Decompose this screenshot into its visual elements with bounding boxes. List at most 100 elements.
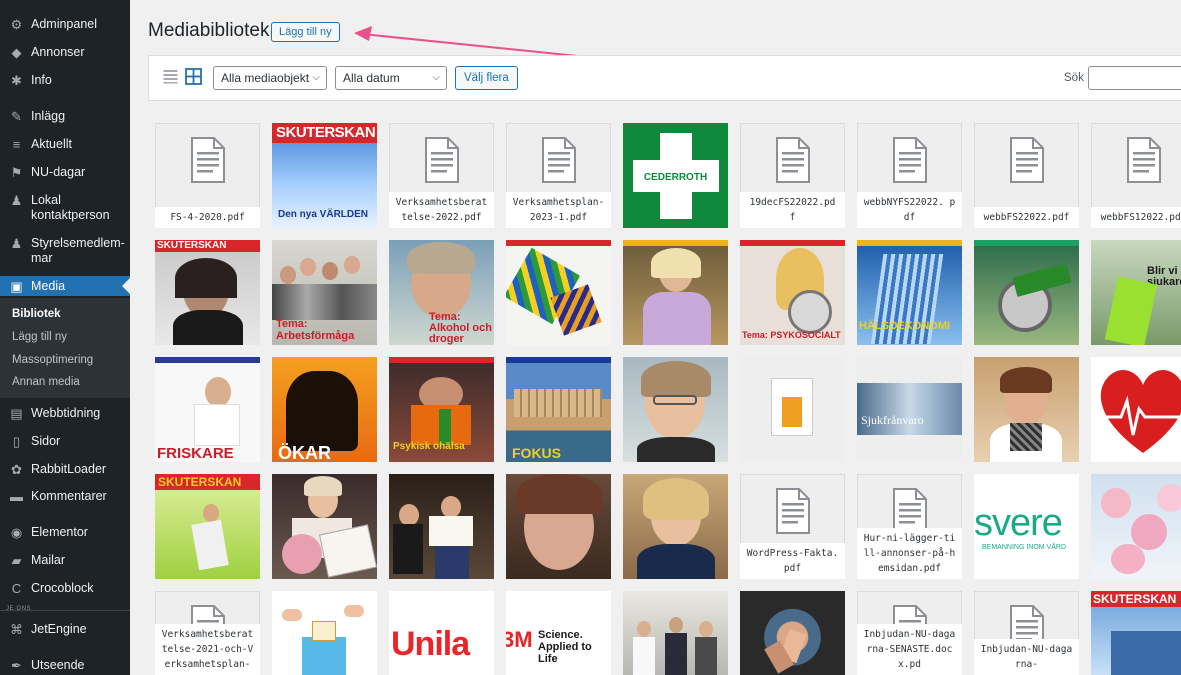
media-item-image[interactable] [389,474,494,579]
media-item-image[interactable]: SKUTERSKAN Den nya VÄRLDEN [272,123,377,228]
sidebar-item-kommentarer[interactable]: ▬ Kommentarer [0,489,130,504]
cover-title: SKUTERSKAN [158,475,242,489]
media-item-image[interactable]: Sjukfrånvaro [857,357,962,462]
media-item-image[interactable] [272,591,377,675]
media-item-image[interactable]: FRISKARE [155,357,260,462]
sidebar-item-label: Annonser [31,45,85,59]
sidebar-item-webbtidning[interactable]: ▤ Webbtidning [0,406,130,421]
sidebar-item-styrelsemedlem-mar[interactable]: ♟ Styrelsemedlem-mar [0,236,130,266]
search-input[interactable] [1088,66,1181,90]
submenu-item-massoptimering[interactable]: Massoptimering [12,354,93,366]
media-item-image[interactable]: Psykisk ohälsa [389,357,494,462]
media-item-image[interactable] [623,591,728,675]
person-icon: ♟ [10,193,23,208]
media-item-document[interactable]: Inbjudan-NU-dagarna- [974,591,1079,675]
media-item-document[interactable]: webbNYFS22022. pdf [857,123,962,228]
sidebar-item-elementor[interactable]: ◉ Elementor [0,525,130,540]
sidebar-item-mailar[interactable]: ▰ Mailar [0,553,130,568]
bulk-select-button[interactable]: Välj flera [455,66,518,90]
chevron-down-icon: ⌵ [432,72,440,83]
media-item-document[interactable]: Verksamhetsberat telse-2022.pdf [389,123,494,228]
media-item-document[interactable]: Verksamhetsplan-2023-1.pdf [506,123,611,228]
media-item-image[interactable]: Tema: PSYKOSOCIALT [740,240,845,345]
sidebar-item-utseende[interactable]: ✒ Utseende [0,658,130,673]
cover-theme-text: Tema: PSYKOSOCIALT [742,330,841,340]
sidebar-item-aktuellt[interactable]: ≡ Aktuellt [0,137,130,152]
sidebar-item-sidor[interactable]: ▯ Sidor [0,434,130,449]
crocoblock-icon: C [11,581,22,596]
sidebar-item-label: Utseende [31,658,85,672]
media-item-image[interactable]: Tema: Alkohol och droger [389,240,494,345]
media-type-filter[interactable]: Alla mediaobjekt ⌵ [213,66,327,90]
sidebar-item-jetengine[interactable]: ⌘ JetEngine [0,622,130,637]
media-item-image[interactable] [974,357,1079,462]
sidebar-item-media[interactable]: ▣ Media [0,276,130,296]
date-filter[interactable]: Alla datum ⌵ [335,66,447,90]
sidebar-item-inlägg[interactable]: ✎ Inlägg [0,109,130,124]
add-new-media-button[interactable]: Lägg till ny [271,22,340,42]
banner-text: Sjukfrånvaro [861,413,924,427]
comment-icon: ▬ [10,489,23,504]
media-item-image[interactable]: SKUTERSKAN [155,240,260,345]
media-item-document[interactable]: Hur-ni-lägger-till-annonser-på-hemsidan.… [857,474,962,579]
sidebar-item-nu-dagar[interactable]: ⚑ NU-dagar [0,165,130,180]
sidebar-item-info[interactable]: ✱ Info [0,73,130,88]
elementor-icon: ◉ [10,525,23,540]
brand-logo-text: 3M [506,627,533,652]
media-item-image[interactable] [740,591,845,675]
media-item-image[interactable] [1091,357,1181,462]
submenu-item-bibliotek[interactable]: Bibliotek [12,308,61,320]
sidebar-item-label: Lokal kontaktperson [31,193,110,222]
media-item-filename: Inbjudan-NU-dagarna- [974,639,1079,675]
media-item-filename: Verksamhetsplan-2023-1.pdf [506,192,611,228]
media-item-image[interactable]: 3M Science. Applied to Life [506,591,611,675]
submenu-item-lagg-till-ny[interactable]: Lägg till ny [12,331,67,343]
sidebar-item-label: Styrelsemedlem-mar [31,236,125,265]
media-item-image[interactable] [623,357,728,462]
media-item-image[interactable]: CEDERROTH [623,123,728,228]
menu-icon: ≡ [12,137,21,152]
media-item-image[interactable]: SKUTERSKAN [1091,591,1181,675]
sidebar-item-label: Aktuellt [31,137,72,151]
submenu-item-annan-media[interactable]: Annan media [12,376,80,388]
media-item-image[interactable]: ÖKAR [272,357,377,462]
media-item-image[interactable]: Tema: Arbetsförmåga [272,240,377,345]
sidebar-item-crocoblock[interactable]: C Crocoblock [0,581,130,596]
media-item-image[interactable] [506,474,611,579]
media-item-image[interactable] [1091,474,1181,579]
media-item-image[interactable] [740,357,845,462]
media-item-filename: Verksamhetsberat telse-2022.pdf [389,192,494,228]
media-item-document[interactable]: webbFS22022.pdf [974,123,1079,228]
media-item-image[interactable] [974,240,1079,345]
media-item-filename: webbNYFS22022. pdf [857,192,962,228]
media-item-image[interactable]: FOKUS [506,357,611,462]
sidebar-item-label: Info [31,73,52,87]
active-indicator [122,278,130,294]
sidebar-item-rabbitloader[interactable]: ✿ RabbitLoader [0,462,130,477]
sidebar-item-lokal-kontaktperson[interactable]: ♟ Lokal kontaktperson [0,193,130,223]
media-item-document[interactable]: FS-4-2020.pdf [155,123,260,228]
sidebar-item-adminpanel[interactable]: ⚙ Adminpanel [0,17,130,32]
media-item-filename: Hur-ni-lägger-till-annonser-på-hemsidan.… [857,528,962,579]
media-item-image[interactable]: Unila [389,591,494,675]
media-item-document[interactable]: 19decFS22022.pd f [740,123,845,228]
media-icon: ▣ [10,279,23,294]
media-item-document[interactable]: Verksamhetsberat telse-2021-och-Verksamh… [155,591,260,675]
media-item-image[interactable]: HÄLSOEKONOMI [857,240,962,345]
media-item-image[interactable]: SKUTERSKAN [155,474,260,579]
cover-theme-text: Tema: Alkohol och droger [429,311,492,345]
media-item-image[interactable]: Blir vi sjukare? [1091,240,1181,345]
media-item-image[interactable] [623,474,728,579]
list-view-icon[interactable] [163,69,178,84]
document-icon [425,137,459,183]
media-item-document[interactable]: WordPress-Fakta.pdf [740,474,845,579]
media-item-image[interactable] [506,240,611,345]
media-item-image[interactable] [623,240,728,345]
media-item-image[interactable] [272,474,377,579]
grid-view-icon[interactable] [185,68,202,85]
media-item-document[interactable]: Inbjudan-NU-dagarna-SENASTE.docx.pd [857,591,962,675]
sidebar-item-annonser[interactable]: ◆ Annonser [0,45,130,60]
media-item-image[interactable]: svere BEMANNING INOM VÅRD [974,474,1079,579]
media-item-document[interactable]: webbFS12022.pdf [1091,123,1181,228]
brand-tagline: Science. Applied to Life [538,629,592,665]
